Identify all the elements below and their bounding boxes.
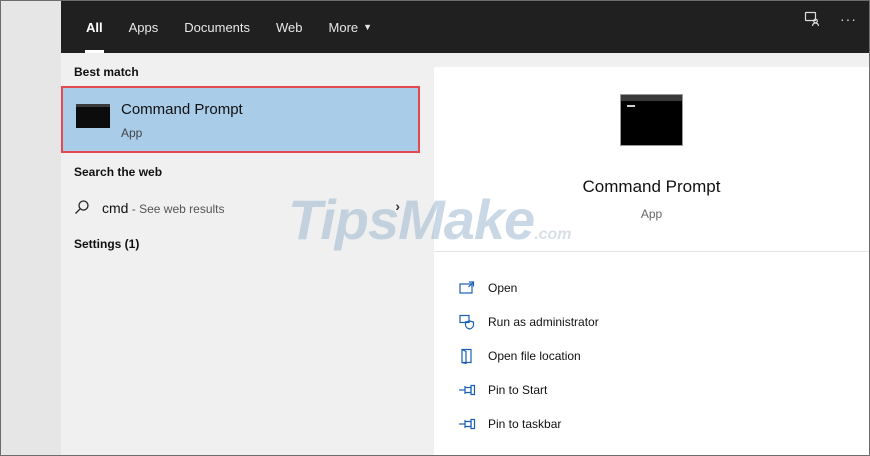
- detail-pane: Command Prompt App Open Run as administr…: [434, 67, 869, 455]
- open-icon: [456, 279, 478, 297]
- results-pane: Best match Command Prompt App Search the…: [61, 53, 434, 455]
- detail-divider: [434, 251, 869, 252]
- tab-documents[interactable]: Documents: [184, 1, 250, 53]
- pin-to-start-label: Pin to Start: [488, 383, 548, 397]
- pin-to-taskbar-action[interactable]: Pin to taskbar: [456, 407, 599, 441]
- more-dots-icon[interactable]: ···: [840, 11, 857, 27]
- best-match-title: Command Prompt: [121, 101, 243, 118]
- tab-apps[interactable]: Apps: [129, 1, 159, 53]
- run-as-admin-label: Run as administrator: [488, 315, 599, 329]
- run-as-admin-action[interactable]: Run as administrator: [456, 305, 599, 339]
- settings-label[interactable]: Settings (1): [74, 237, 139, 251]
- filter-tabs: All Apps Documents Web More ▼: [85, 1, 398, 53]
- web-result-hint: - See web results: [128, 202, 225, 216]
- search-web-label: Search the web: [74, 165, 163, 179]
- open-file-location-action[interactable]: Open file location: [456, 339, 599, 373]
- open-action[interactable]: Open: [456, 271, 599, 305]
- chevron-right-icon[interactable]: ›: [395, 198, 400, 214]
- best-match-subtitle: App: [121, 126, 143, 140]
- detail-subtitle: App: [640, 207, 663, 221]
- best-match-label: Best match: [74, 65, 139, 79]
- open-file-location-label: Open file location: [488, 349, 581, 363]
- web-query-text: cmd: [102, 200, 129, 216]
- detail-title: Command Prompt: [582, 177, 721, 196]
- topbar-icons: ···: [804, 1, 857, 37]
- best-match-item[interactable]: Command Prompt App: [61, 86, 420, 153]
- open-label: Open: [488, 281, 518, 295]
- action-list: Open Run as administrator Open file loca…: [456, 271, 599, 441]
- run-as-admin-icon: [456, 313, 478, 331]
- start-search-window: All Apps Documents Web More ▼ ··· Best ma…: [0, 0, 870, 456]
- pin-icon: [456, 381, 478, 399]
- feedback-person-icon[interactable]: [804, 11, 820, 27]
- tab-all[interactable]: All: [85, 1, 104, 53]
- command-prompt-large-icon: [620, 94, 683, 146]
- left-edge-strip: [1, 1, 62, 455]
- web-result-item[interactable]: cmd - See web results ›: [61, 196, 406, 222]
- command-prompt-icon: [76, 104, 110, 128]
- caret-down-icon: ▼: [363, 22, 373, 32]
- tab-web[interactable]: Web: [276, 1, 303, 53]
- pin-icon: [456, 415, 478, 433]
- file-location-icon: [456, 347, 478, 365]
- search-icon: [74, 199, 90, 220]
- search-filter-bar: All Apps Documents Web More ▼ ···: [61, 1, 869, 53]
- pin-to-taskbar-label: Pin to taskbar: [488, 417, 562, 431]
- pin-to-start-action[interactable]: Pin to Start: [456, 373, 599, 407]
- tab-more[interactable]: More ▼: [329, 1, 373, 53]
